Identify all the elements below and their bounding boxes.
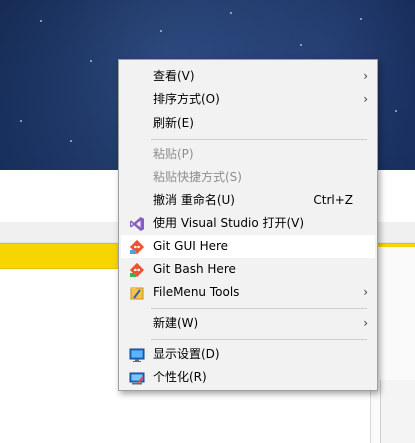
menu-item-shortcut: Ctrl+Z	[313, 193, 353, 207]
menu-item-new[interactable]: 新建(W) ›	[121, 312, 375, 335]
menu-separator	[151, 139, 367, 140]
menu-item-label: FileMenu Tools	[153, 285, 240, 299]
menu-item-git-gui-here[interactable]: Git GUI Here	[121, 235, 375, 258]
menu-item-label: 排序方式(O)	[153, 92, 220, 106]
menu-separator	[151, 339, 367, 340]
star	[160, 30, 162, 32]
star	[40, 20, 42, 22]
menu-item-personalize[interactable]: 个性化(R)	[121, 366, 375, 389]
star	[360, 18, 362, 20]
context-menu: 查看(V) › 排序方式(O) › 刷新(E) 粘贴(P) 粘贴快捷方式(S) …	[118, 59, 378, 391]
menu-item-view[interactable]: 查看(V) ›	[121, 65, 375, 88]
menu-item-label: 粘贴快捷方式(S)	[153, 170, 242, 184]
star	[395, 110, 397, 112]
menu-item-paste-shortcut[interactable]: 粘贴快捷方式(S)	[121, 166, 375, 189]
star	[300, 44, 302, 46]
menu-item-sort-by[interactable]: 排序方式(O) ›	[121, 88, 375, 111]
menu-item-label: 新建(W)	[153, 316, 199, 330]
menu-item-refresh[interactable]: 刷新(E)	[121, 112, 375, 135]
menu-item-label: 个性化(R)	[153, 370, 207, 384]
menu-item-git-bash-here[interactable]: Git Bash Here	[121, 258, 375, 281]
display-settings-icon	[129, 347, 145, 363]
chevron-right-icon: ›	[363, 69, 368, 83]
menu-item-filemenu-tools[interactable]: FileMenu Tools ›	[121, 281, 375, 304]
menu-item-label: 刷新(E)	[153, 116, 194, 130]
menu-item-label: 粘贴(P)	[153, 147, 194, 161]
menu-item-label: 显示设置(D)	[153, 347, 220, 361]
git-gui-icon	[129, 239, 145, 255]
menu-item-label: Git Bash Here	[153, 262, 236, 276]
visual-studio-icon	[129, 216, 145, 232]
chevron-right-icon: ›	[363, 316, 368, 330]
background-side-bar	[380, 380, 415, 443]
star	[20, 120, 22, 122]
filemenu-tools-icon	[129, 285, 145, 301]
chevron-right-icon: ›	[363, 92, 368, 106]
menu-separator	[151, 308, 367, 309]
menu-item-label: 使用 Visual Studio 打开(V)	[153, 216, 305, 230]
personalize-icon	[129, 370, 145, 386]
menu-item-open-visual-studio[interactable]: 使用 Visual Studio 打开(V)	[121, 212, 375, 235]
menu-item-label: Git GUI Here	[153, 239, 229, 253]
menu-item-label: 查看(V)	[153, 69, 195, 83]
menu-item-display-settings[interactable]: 显示设置(D)	[121, 343, 375, 366]
menu-item-paste[interactable]: 粘贴(P)	[121, 143, 375, 166]
chevron-right-icon: ›	[363, 285, 368, 299]
star	[230, 12, 232, 14]
menu-item-undo-rename[interactable]: 撤消 重命名(U) Ctrl+Z	[121, 189, 375, 212]
star	[90, 60, 92, 62]
menu-item-label: 撤消 重命名(U)	[153, 193, 235, 207]
git-bash-icon	[129, 262, 145, 278]
star	[70, 140, 72, 142]
